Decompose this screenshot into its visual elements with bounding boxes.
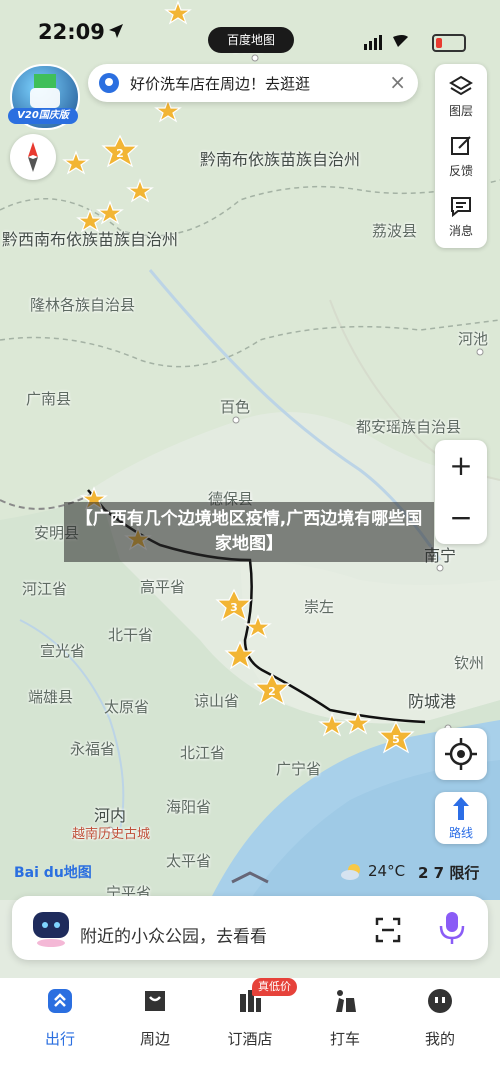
tab-taxi[interactable]: 打车 bbox=[305, 988, 385, 1048]
bag-icon bbox=[145, 991, 165, 1011]
tab-taxi-label: 打车 bbox=[329, 1030, 360, 1048]
label-hechi: 河池 bbox=[458, 330, 489, 348]
compass-icon bbox=[28, 142, 38, 172]
signal-icon bbox=[364, 35, 408, 50]
bottom-tab-bar: 出行 周边 订酒店 打车 我的 真低价 bbox=[0, 978, 500, 1066]
route-button[interactable]: 路线 bbox=[435, 792, 487, 844]
route-arrow-icon bbox=[453, 797, 469, 820]
status-time: 22:09 bbox=[38, 20, 105, 44]
scan-icon[interactable] bbox=[374, 916, 402, 944]
tab-nearby[interactable]: 周边 bbox=[115, 988, 195, 1048]
taxi-icon bbox=[336, 990, 356, 1012]
location-arrow-icon bbox=[109, 24, 123, 38]
label-libo: 荔波县 bbox=[372, 222, 418, 240]
label-hejiang: 河江省 bbox=[22, 580, 68, 598]
layers-button[interactable]: 图层 bbox=[435, 68, 487, 128]
banner-close-button[interactable]: × bbox=[389, 70, 406, 94]
tab-nearby-label: 周边 bbox=[139, 1030, 170, 1048]
chevron-up-icon[interactable] bbox=[230, 870, 270, 884]
label-liangshan: 谅山省 bbox=[194, 692, 240, 710]
tab-hotel[interactable]: 订酒店 bbox=[210, 988, 290, 1048]
tab-profile-label: 我的 bbox=[424, 1030, 455, 1048]
v20-badge-label: V20国庆版 bbox=[8, 108, 78, 124]
promo-banner[interactable]: 好价洗车店在周边！去逛逛 × bbox=[88, 64, 418, 102]
label-duanxiong: 端雄县 bbox=[28, 688, 74, 706]
label-duan: 都安瑶族自治县 bbox=[356, 418, 462, 436]
banner-text: 好价洗车店在周边！去逛逛 bbox=[130, 75, 311, 93]
zoom-control: + − bbox=[435, 440, 487, 544]
zoom-in-button[interactable]: + bbox=[435, 440, 487, 492]
tab-hotel-label: 订酒店 bbox=[227, 1030, 273, 1048]
label-baise: 百色 bbox=[220, 398, 251, 416]
label-chongzuo: 崇左 bbox=[304, 598, 335, 616]
label-beijiangsheng: 北江省 bbox=[180, 744, 226, 762]
message-icon bbox=[451, 197, 471, 218]
label-longlin: 隆林各族自治县 bbox=[30, 296, 136, 314]
label-qiannan: 黔南布依族苗族自治州 bbox=[200, 150, 361, 169]
weather-cloud-icon bbox=[341, 864, 360, 880]
label-haiyang: 海阳省 bbox=[166, 798, 212, 816]
label-beijiang: 北干省 bbox=[108, 626, 154, 644]
baidu-logo: Bai du地图 bbox=[14, 865, 92, 881]
feedback-button[interactable]: 反馈 bbox=[435, 128, 487, 188]
label-taiyuan: 太原省 bbox=[104, 698, 150, 716]
zoom-out-button[interactable]: − bbox=[435, 492, 487, 544]
compass-button[interactable] bbox=[10, 134, 56, 180]
layers-icon bbox=[449, 75, 473, 96]
label-hanoi-sub: 越南历史古城 bbox=[72, 827, 151, 842]
search-bar[interactable]: 附近的小众公园，去看看 bbox=[12, 896, 488, 960]
messages-button[interactable]: 消息 bbox=[435, 188, 487, 248]
status-bar: 22:09 百度地图 bbox=[0, 12, 500, 53]
map-tools-panel: 图层 反馈 消息 bbox=[435, 64, 487, 248]
microphone-icon[interactable] bbox=[437, 910, 467, 946]
article-title-overlay: 【广西有几个边境地区疫情,广西边境有哪些国家地图】 bbox=[64, 502, 434, 562]
weather-temp[interactable]: 24°C bbox=[368, 862, 405, 880]
search-placeholder: 附近的小众公园，去看看 bbox=[80, 927, 267, 947]
star-count-a: 2 bbox=[116, 147, 124, 160]
layers-label: 图层 bbox=[448, 104, 473, 118]
messages-label: 消息 bbox=[448, 224, 473, 238]
deal-badge: 真低价 bbox=[252, 978, 297, 996]
tab-travel[interactable]: 出行 bbox=[20, 988, 100, 1048]
locate-button[interactable] bbox=[435, 728, 487, 780]
feedback-label: 反馈 bbox=[448, 164, 473, 178]
label-qianxinan: 黔西南布依族苗族自治州 bbox=[2, 230, 179, 249]
travel-icon bbox=[48, 989, 72, 1013]
star-count-b: 3 bbox=[230, 601, 238, 614]
profile-icon bbox=[428, 989, 452, 1013]
label-guangning: 广宁省 bbox=[276, 760, 322, 778]
traffic-restriction[interactable]: 2 7 限行 bbox=[418, 862, 479, 883]
article-title: 【广西有几个边境地区疫情,广西边境有哪些国家地图】 bbox=[75, 509, 423, 554]
label-yongfu: 永福省 bbox=[70, 740, 116, 758]
label-gaoping: 高平省 bbox=[140, 578, 186, 596]
feedback-icon bbox=[451, 136, 471, 155]
crosshair-icon bbox=[445, 738, 477, 770]
label-guangnan: 广南县 bbox=[26, 390, 72, 408]
label-taiping: 太平省 bbox=[166, 852, 212, 870]
label-qinzhou: 钦州 bbox=[454, 654, 485, 672]
route-label: 路线 bbox=[448, 826, 473, 840]
battery-icon bbox=[432, 34, 466, 52]
star-count-d: 5 bbox=[392, 733, 400, 746]
tab-profile[interactable]: 我的 bbox=[400, 988, 480, 1048]
label-xuanguang: 宣光省 bbox=[40, 642, 86, 660]
assistant-robot-icon bbox=[33, 912, 69, 947]
label-fangcheng: 防城港 bbox=[408, 692, 457, 711]
location-pin-icon bbox=[99, 73, 119, 93]
star-count-c: 2 bbox=[268, 685, 276, 698]
app-logo-pill: 百度地图 bbox=[208, 27, 294, 53]
tab-travel-label: 出行 bbox=[44, 1030, 75, 1048]
